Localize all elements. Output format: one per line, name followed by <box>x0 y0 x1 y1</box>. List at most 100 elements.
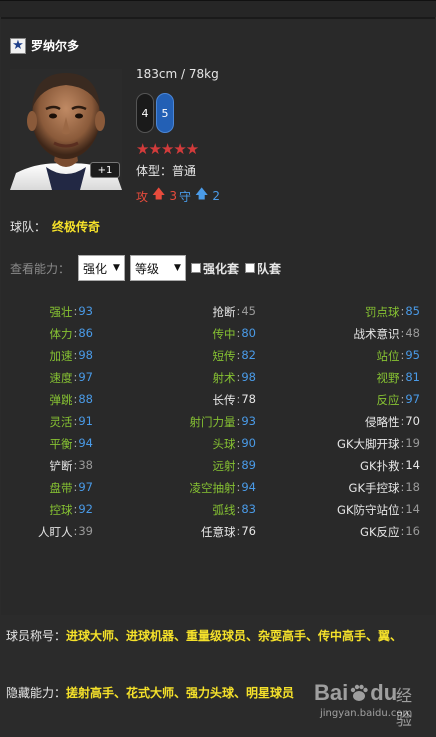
stat-item: 长传:78 <box>150 392 256 408</box>
caret-down-icon: ▼ <box>113 263 120 273</box>
checkbox-box[interactable] <box>244 263 255 273</box>
stat-name: 强壮 <box>49 305 73 319</box>
stats-grid: 强壮:93 抢断:45 罚点球:85 体力:86 传中:80 战术意识:48 加速:98 短传… <box>0 301 436 543</box>
stat-value: 90 <box>241 436 256 450</box>
stat-value: 78 <box>241 392 256 406</box>
stat-value: 98 <box>241 370 256 384</box>
stat-item: GK大脚开球:19 <box>300 436 420 452</box>
stat-separator: : <box>73 326 78 340</box>
ability-controls: 查看能力： 强化 ▼ 等级 ▼ 强化套 队套 <box>10 255 287 281</box>
titles-value: 进球大师、进球机器、重量级球员、杂耍高手、传中高手、翼、 <box>66 629 403 643</box>
stat-name: 长传 <box>212 393 236 407</box>
stat-separator: : <box>236 480 241 494</box>
stat-separator: : <box>73 436 78 450</box>
stat-name: GK防守站位 <box>337 503 400 517</box>
stat-name: 罚点球 <box>364 305 400 319</box>
stat-name: 凌空抽射 <box>189 481 236 495</box>
stat-name: 弧线 <box>212 503 236 517</box>
stat-name: 反应 <box>376 393 400 407</box>
level-select[interactable]: 等级 ▼ <box>129 255 186 281</box>
stat-separator: : <box>400 458 405 472</box>
watermark-logo: Bai du <box>314 680 397 706</box>
stat-item: 任意球:76 <box>150 524 256 540</box>
stat-item: 头球:90 <box>150 436 256 452</box>
stat-name: 速度 <box>49 371 73 385</box>
stat-item: 盘带:97 <box>0 480 93 496</box>
stat-name: 人盯人 <box>37 525 73 539</box>
stats-row: 弹跳:88 长传:78 反应:97 <box>0 389 436 411</box>
stat-separator: : <box>73 502 78 516</box>
stat-item: 罚点球:85 <box>300 304 420 320</box>
stat-item: GK手控球:18 <box>300 480 420 496</box>
stats-row: 体力:86 传中:80 战术意识:48 <box>0 323 436 345</box>
stat-value: 45 <box>241 304 256 318</box>
top-bar <box>0 1 436 17</box>
stat-name: 控球 <box>49 503 73 517</box>
stat-value: 93 <box>241 414 256 428</box>
stat-item: 射术:98 <box>150 370 256 386</box>
stat-separator: : <box>400 480 405 494</box>
stat-name: 体力 <box>49 327 73 341</box>
stat-item: 抢断:45 <box>150 304 256 320</box>
stat-value: 94 <box>241 480 256 494</box>
stat-value: 98 <box>78 348 93 362</box>
stat-name: 抢断 <box>212 305 236 319</box>
stat-separator: : <box>73 304 78 318</box>
caret-down-icon: ▼ <box>174 263 181 273</box>
stat-name: GK扑救 <box>360 459 400 473</box>
attack-value: 3 <box>169 189 178 203</box>
stat-name: 短传 <box>212 349 236 363</box>
stat-separator: : <box>400 370 405 384</box>
level-select-value: 等级 <box>134 261 159 276</box>
stat-value: 94 <box>78 436 93 450</box>
stat-separator: : <box>400 414 405 428</box>
stat-item: 侵略性:70 <box>300 414 420 430</box>
stat-name: 头球 <box>212 437 236 451</box>
stats-row: 强壮:93 抢断:45 罚点球:85 <box>0 301 436 323</box>
stat-value: 88 <box>78 392 93 406</box>
stats-row: 人盯人:39 任意球:76 GK反应:16 <box>0 521 436 543</box>
checkbox-box[interactable] <box>190 263 201 273</box>
strength-set-checkbox[interactable]: 强化套 <box>190 260 239 277</box>
watermark-suffix: 经验 <box>396 686 413 729</box>
player-header: ★ 罗纳尔多 <box>10 37 79 54</box>
stat-name: 远射 <box>212 459 236 473</box>
team-value[interactable]: 终极传奇 <box>52 220 100 234</box>
stat-separator: : <box>400 436 405 450</box>
stat-separator: : <box>73 414 78 428</box>
stat-value: 70 <box>405 414 420 428</box>
stat-item: 战术意识:48 <box>300 326 420 342</box>
team-set-checkbox[interactable]: 队套 <box>244 260 281 277</box>
stat-value: 39 <box>78 524 93 538</box>
stat-item: 视野:81 <box>300 370 420 386</box>
stat-item: GK防守站位:14 <box>300 502 420 518</box>
hidden-abilities-value: 搓射高手、花式大师、强力头球、明星球员 <box>66 686 295 700</box>
stat-separator: : <box>73 480 78 494</box>
arrow-up-icon: 🡅 <box>195 187 209 202</box>
stat-separator: : <box>73 458 78 472</box>
stat-name: 视野 <box>376 371 400 385</box>
stat-item: GK反应:16 <box>300 524 420 540</box>
stat-item: 反应:97 <box>300 392 420 408</box>
stat-value: 14 <box>405 502 420 516</box>
stat-value: 89 <box>241 458 256 472</box>
stat-separator: : <box>400 392 405 406</box>
stat-separator: : <box>236 392 241 406</box>
stat-item: 传中:80 <box>150 326 256 342</box>
stat-name: 战术意识 <box>353 327 400 341</box>
strength-set-label: 强化套 <box>202 261 239 276</box>
stat-separator: : <box>236 326 241 340</box>
stats-row: 速度:97 射术:98 视野:81 <box>0 367 436 389</box>
stat-separator: : <box>400 524 405 538</box>
foot-ratings: 4 5 <box>136 93 176 133</box>
stat-item: 人盯人:39 <box>0 524 93 540</box>
strength-select[interactable]: 强化 ▼ <box>78 255 125 281</box>
page-frame: ★ 罗纳尔多 +1 183cm / 78kg 4 5 ★★★★★ 体型：普通 攻… <box>0 0 436 737</box>
view-ability-label: 查看能力： <box>10 261 71 276</box>
stats-row: 盘带:97 凌空抽射:94 GK手控球:18 <box>0 477 436 499</box>
player-info: 183cm / 78kg <box>136 67 219 81</box>
stat-item: 短传:82 <box>150 348 256 364</box>
stat-name: 侵略性 <box>364 415 400 429</box>
titles-label: 球员称号： <box>6 629 67 643</box>
stat-separator: : <box>236 348 241 362</box>
